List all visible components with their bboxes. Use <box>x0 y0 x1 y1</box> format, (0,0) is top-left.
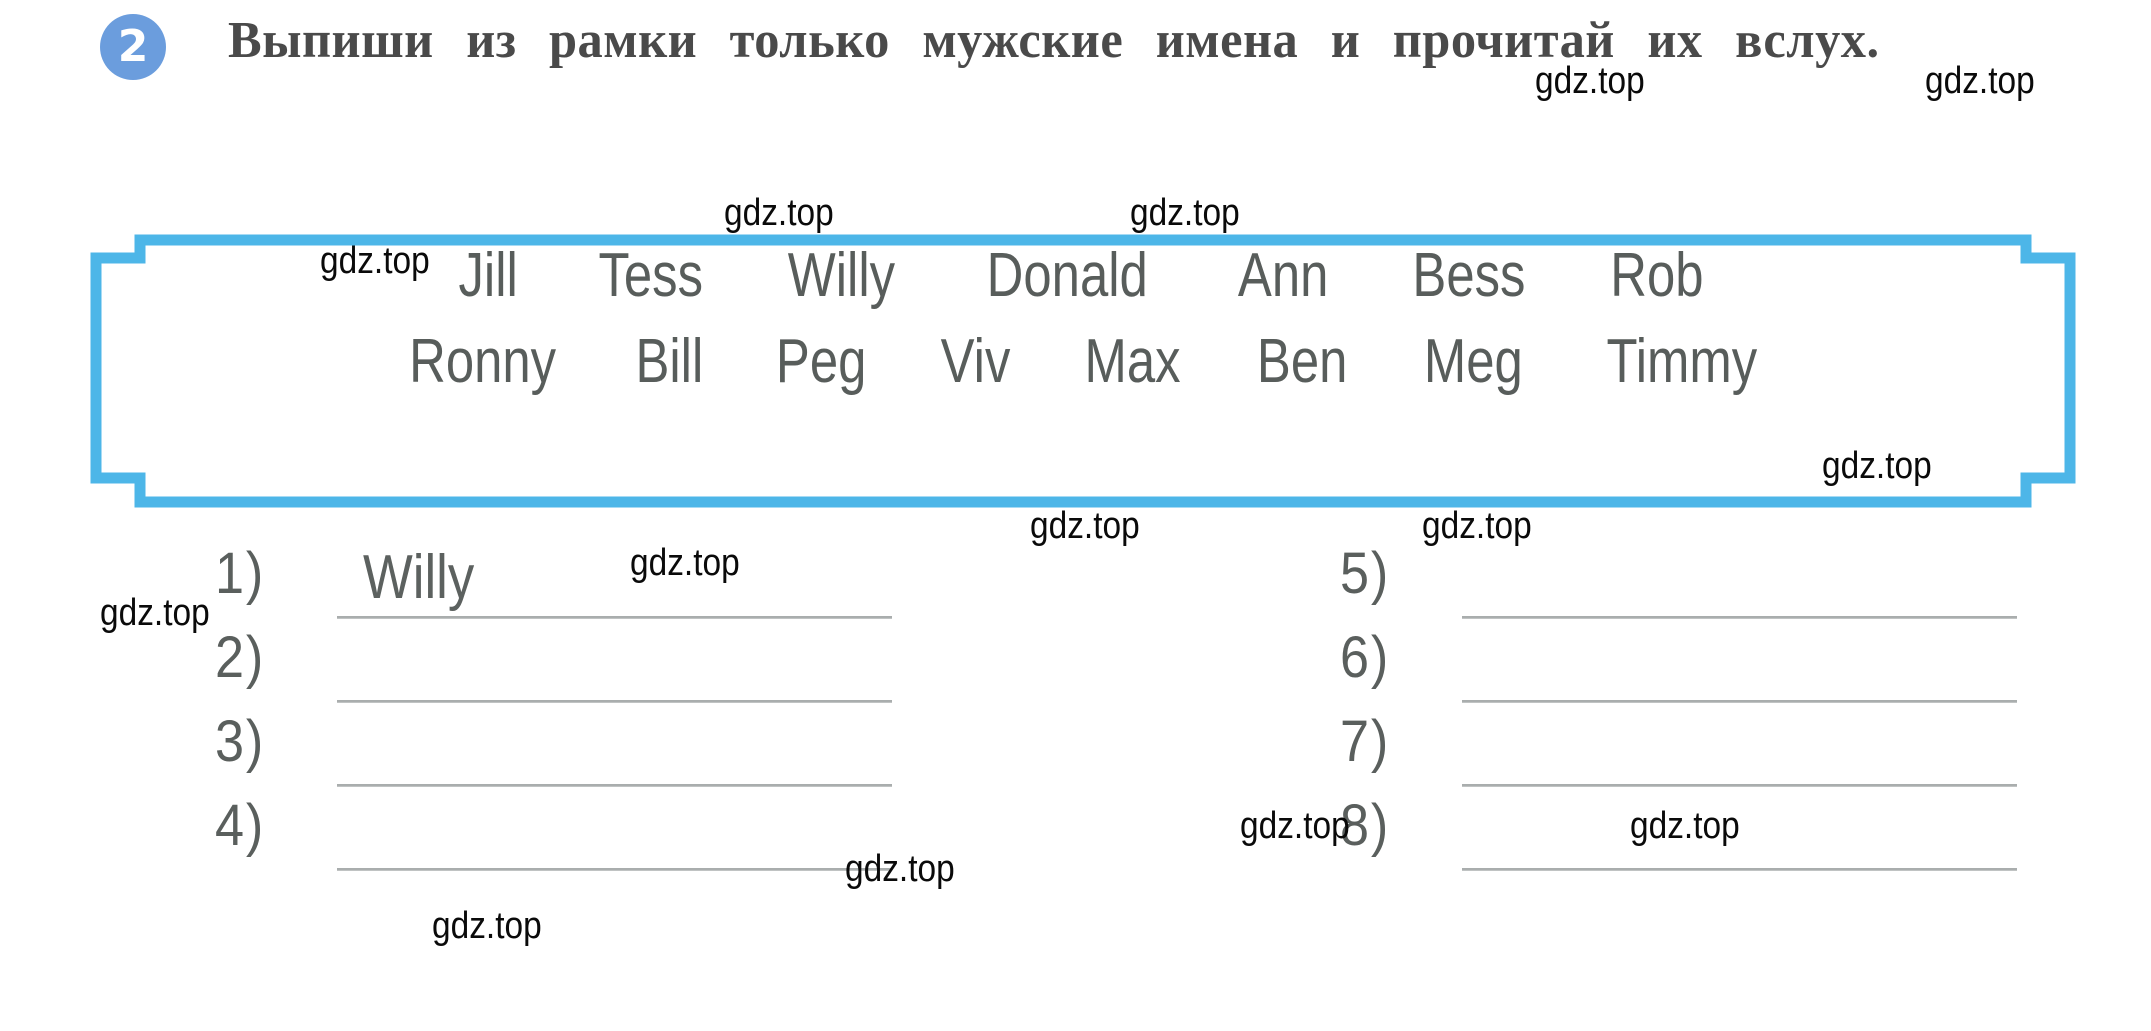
word-item: Bill <box>635 327 703 396</box>
word-item: Ben <box>1256 327 1348 396</box>
answer-value: Willy <box>363 543 475 612</box>
answer-number: 7) <box>1340 709 1391 774</box>
answer-writing-line[interactable] <box>337 868 892 871</box>
answer-item-8[interactable]: 8) <box>1340 792 2040 876</box>
word-row-1: Jill Tess Willy Donald Ann Bess Rob <box>118 240 2048 311</box>
answer-number: 3) <box>215 709 266 774</box>
word-item: Tess <box>598 241 703 310</box>
word-item: Donald <box>986 241 1148 310</box>
answer-item-5[interactable]: 5) <box>1340 540 2040 624</box>
word-item: Rob <box>1610 241 1704 310</box>
answer-number: 8) <box>1340 793 1391 858</box>
word-item: Max <box>1084 327 1181 396</box>
word-item: Viv <box>940 327 1011 396</box>
answer-column-left: 1) Willy 2) 3) 4) <box>215 540 1065 1020</box>
answer-item-4[interactable]: 4) <box>215 792 915 876</box>
answer-writing-line[interactable] <box>1462 700 2017 703</box>
word-item: Willy <box>788 241 896 310</box>
word-item: Jill <box>458 241 519 310</box>
answer-writing-line[interactable] <box>1462 616 2017 619</box>
answer-item-6[interactable]: 6) <box>1340 624 2040 708</box>
answer-number: 5) <box>1340 541 1391 606</box>
answer-number: 6) <box>1340 625 1391 690</box>
task-instruction: Выпиши из рамки только мужские имена и п… <box>228 12 1880 69</box>
answer-writing-line[interactable] <box>337 700 892 703</box>
answer-item-1[interactable]: 1) Willy <box>215 540 915 624</box>
word-item: Bess <box>1412 241 1526 310</box>
answer-item-2[interactable]: 2) <box>215 624 915 708</box>
answer-item-7[interactable]: 7) <box>1340 708 2040 792</box>
word-bank-rows: Jill Tess Willy Donald Ann Bess Rob Ronn… <box>88 228 2078 518</box>
answer-writing-line[interactable] <box>337 616 892 619</box>
answer-item-3[interactable]: 3) <box>215 708 915 792</box>
word-item: Ann <box>1237 241 1329 310</box>
task-header: 2 Выпиши из рамки только мужские имена и… <box>0 0 2151 190</box>
word-item: Ronny <box>408 327 556 396</box>
answer-number: 2) <box>215 625 266 690</box>
task-number-badge: 2 <box>100 14 166 80</box>
word-row-2: Ronny Bill Peg Viv Max Ben Meg Timmy <box>118 326 2048 397</box>
word-item: Meg <box>1424 327 1523 396</box>
answer-writing-line[interactable] <box>1462 868 2017 871</box>
word-bank-frame: Jill Tess Willy Donald Ann Bess Rob Ronn… <box>88 228 2078 518</box>
answer-column-right: 5) 6) 7) 8) <box>1340 540 2151 1020</box>
word-item: Peg <box>776 327 867 396</box>
answer-area: 1) Willy 2) 3) 4) 5) 6) 7) 8) <box>0 540 2151 1020</box>
answer-number: 4) <box>215 793 266 858</box>
answer-number: 1) <box>215 541 266 606</box>
word-item: Timmy <box>1606 327 1757 396</box>
answer-writing-line[interactable] <box>337 784 892 787</box>
answer-writing-line[interactable] <box>1462 784 2017 787</box>
